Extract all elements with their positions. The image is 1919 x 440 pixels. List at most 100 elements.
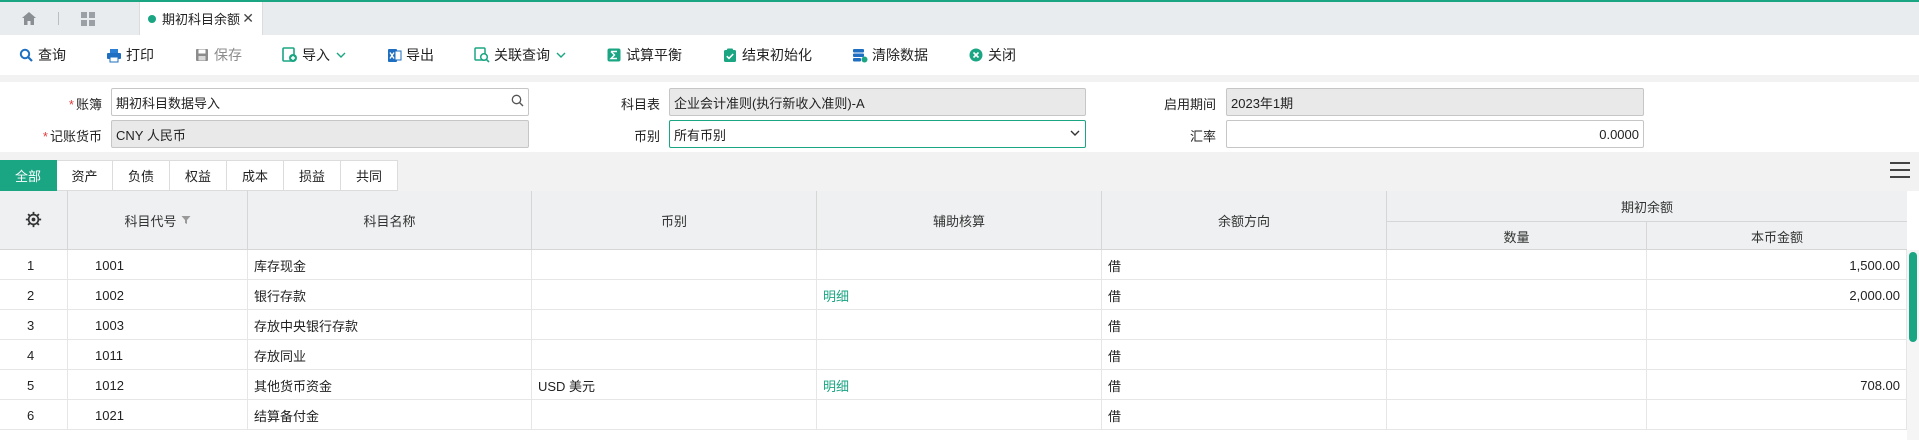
curtype-select[interactable]: 所有币别 <box>669 120 1086 148</box>
cell-amount[interactable] <box>1647 340 1907 370</box>
tab-profit-loss[interactable]: 损益 <box>284 160 341 191</box>
home-icon[interactable] <box>0 2 58 35</box>
col-code-header[interactable]: 科目代号 <box>68 191 248 250</box>
cell-currency[interactable] <box>532 340 817 370</box>
grid-header: 科目代号 科目名称 币别 辅助核算 余额方向 期初余额 数量 本币金额 <box>0 191 1907 250</box>
cell-name[interactable]: 结算备付金 <box>248 400 532 430</box>
cell-dir[interactable]: 借 <box>1102 280 1387 310</box>
active-dot-icon <box>148 14 156 23</box>
cell-aux[interactable]: 明细 <box>817 280 1102 310</box>
save-icon <box>194 47 210 63</box>
table-row[interactable]: 6 1021 结算备付金 借 <box>0 400 1907 430</box>
tab-cost[interactable]: 成本 <box>227 160 284 191</box>
aux-detail-link[interactable]: 明细 <box>823 376 849 395</box>
menu-icon[interactable] <box>1890 160 1910 180</box>
cell-dir[interactable]: 借 <box>1102 250 1387 280</box>
cell-qty[interactable] <box>1387 370 1647 400</box>
tab-liabilities[interactable]: 负债 <box>113 160 170 191</box>
cell-qty[interactable] <box>1387 250 1647 280</box>
chart-field: 企业会计准则(执行新收入准则)-A <box>669 88 1086 116</box>
search-icon[interactable] <box>511 94 524 110</box>
cell-currency[interactable] <box>532 250 817 280</box>
table-row[interactable]: 4 1011 存放同业 借 <box>0 340 1907 370</box>
cell-code[interactable]: 1002 <box>68 280 248 310</box>
cell-dir[interactable]: 借 <box>1102 400 1387 430</box>
scrollbar-thumb[interactable] <box>1909 252 1917 342</box>
rate-label: 汇率 <box>1189 129 1216 144</box>
aux-detail-link[interactable]: 明细 <box>823 286 849 305</box>
finish-init-button[interactable]: 结束初始化 <box>722 45 812 65</box>
check-badge-icon <box>722 47 738 63</box>
cell-currency[interactable]: USD 美元 <box>532 370 817 400</box>
cell-code[interactable]: 1001 <box>68 250 248 280</box>
cell-amount[interactable]: 1,500.00 <box>1647 250 1907 280</box>
cell-dir[interactable]: 借 <box>1102 370 1387 400</box>
save-button[interactable]: 保存 <box>194 45 242 65</box>
cell-code[interactable]: 1003 <box>68 310 248 340</box>
filter-icon[interactable] <box>181 213 191 228</box>
cell-currency[interactable] <box>532 400 817 430</box>
tab-common[interactable]: 共同 <box>341 160 398 191</box>
ledger-input[interactable]: 期初科目数据导入 <box>111 88 529 116</box>
cell-no: 1 <box>0 250 68 280</box>
cell-qty[interactable] <box>1387 400 1647 430</box>
cell-name[interactable]: 存放同业 <box>248 340 532 370</box>
export-button[interactable]: 导出 <box>386 45 434 65</box>
cell-code[interactable]: 1012 <box>68 370 248 400</box>
close-tab-icon[interactable]: ✕ <box>242 10 254 27</box>
cell-qty[interactable] <box>1387 280 1647 310</box>
gear-icon[interactable] <box>25 211 42 231</box>
cell-code[interactable]: 1021 <box>68 400 248 430</box>
query-button[interactable]: 查询 <box>18 45 66 65</box>
cell-qty[interactable] <box>1387 310 1647 340</box>
table-row[interactable]: 1 1001 库存现金 借 1,500.00 <box>0 250 1907 280</box>
cell-aux[interactable] <box>817 310 1102 340</box>
tab-all[interactable]: 全部 <box>0 160 57 191</box>
cell-dir[interactable]: 借 <box>1102 340 1387 370</box>
chart-label: 科目表 <box>620 97 660 112</box>
close-button[interactable]: 关闭 <box>968 45 1016 65</box>
balance-grid: 科目代号 科目名称 币别 辅助核算 余额方向 期初余额 数量 本币金额 1 100… <box>0 191 1919 440</box>
table-row[interactable]: 2 1002 银行存款 明细 借 2,000.00 <box>0 280 1907 310</box>
column-settings[interactable] <box>0 191 68 250</box>
chevron-down-icon <box>1069 127 1081 142</box>
cell-no: 5 <box>0 370 68 400</box>
cell-name[interactable]: 银行存款 <box>248 280 532 310</box>
cell-name[interactable]: 其他货币资金 <box>248 370 532 400</box>
rate-input[interactable]: 0.0000 <box>1226 120 1644 148</box>
excel-icon <box>386 47 402 63</box>
cell-name[interactable]: 库存现金 <box>248 250 532 280</box>
cell-dir[interactable]: 借 <box>1102 310 1387 340</box>
clear-data-button[interactable]: 清除数据 <box>852 45 928 65</box>
cell-aux[interactable] <box>817 250 1102 280</box>
vertical-scrollbar[interactable] <box>1907 250 1919 440</box>
toolbar: 查询 打印 保存 导入 导出 关联查询 试算平衡 结束初始化 清除数据 关闭 <box>0 35 1919 75</box>
table-row[interactable]: 3 1003 存放中央银行存款 借 <box>0 310 1907 340</box>
cell-aux[interactable]: 明细 <box>817 370 1102 400</box>
cell-amount[interactable] <box>1647 310 1907 340</box>
apps-grid-icon[interactable] <box>59 2 117 35</box>
trial-balance-button[interactable]: 试算平衡 <box>606 45 682 65</box>
cell-aux[interactable] <box>817 400 1102 430</box>
period-field: 2023年1期 <box>1226 88 1644 116</box>
tab-equity[interactable]: 权益 <box>170 160 227 191</box>
tab-assets[interactable]: 资产 <box>57 160 113 191</box>
linked-query-button[interactable]: 关联查询 <box>474 45 566 65</box>
print-button[interactable]: 打印 <box>106 45 154 65</box>
col-name-header: 科目名称 <box>248 191 532 250</box>
col-qty-header: 数量 <box>1387 221 1647 250</box>
cell-qty[interactable] <box>1387 340 1647 370</box>
tab-opening-balance[interactable]: 期初科目余额 ✕ <box>139 2 263 35</box>
cell-amount[interactable] <box>1647 400 1907 430</box>
cell-code[interactable]: 1011 <box>68 340 248 370</box>
cell-currency[interactable] <box>532 280 817 310</box>
cell-aux[interactable] <box>817 340 1102 370</box>
table-row[interactable]: 5 1012 其他货币资金 USD 美元 明细 借 708.00 <box>0 370 1907 400</box>
cell-name[interactable]: 存放中央银行存款 <box>248 310 532 340</box>
cell-no: 6 <box>0 400 68 430</box>
import-button[interactable]: 导入 <box>282 45 346 65</box>
cell-amount[interactable]: 2,000.00 <box>1647 280 1907 310</box>
search-icon <box>18 47 34 63</box>
cell-amount[interactable]: 708.00 <box>1647 370 1907 400</box>
cell-currency[interactable] <box>532 310 817 340</box>
